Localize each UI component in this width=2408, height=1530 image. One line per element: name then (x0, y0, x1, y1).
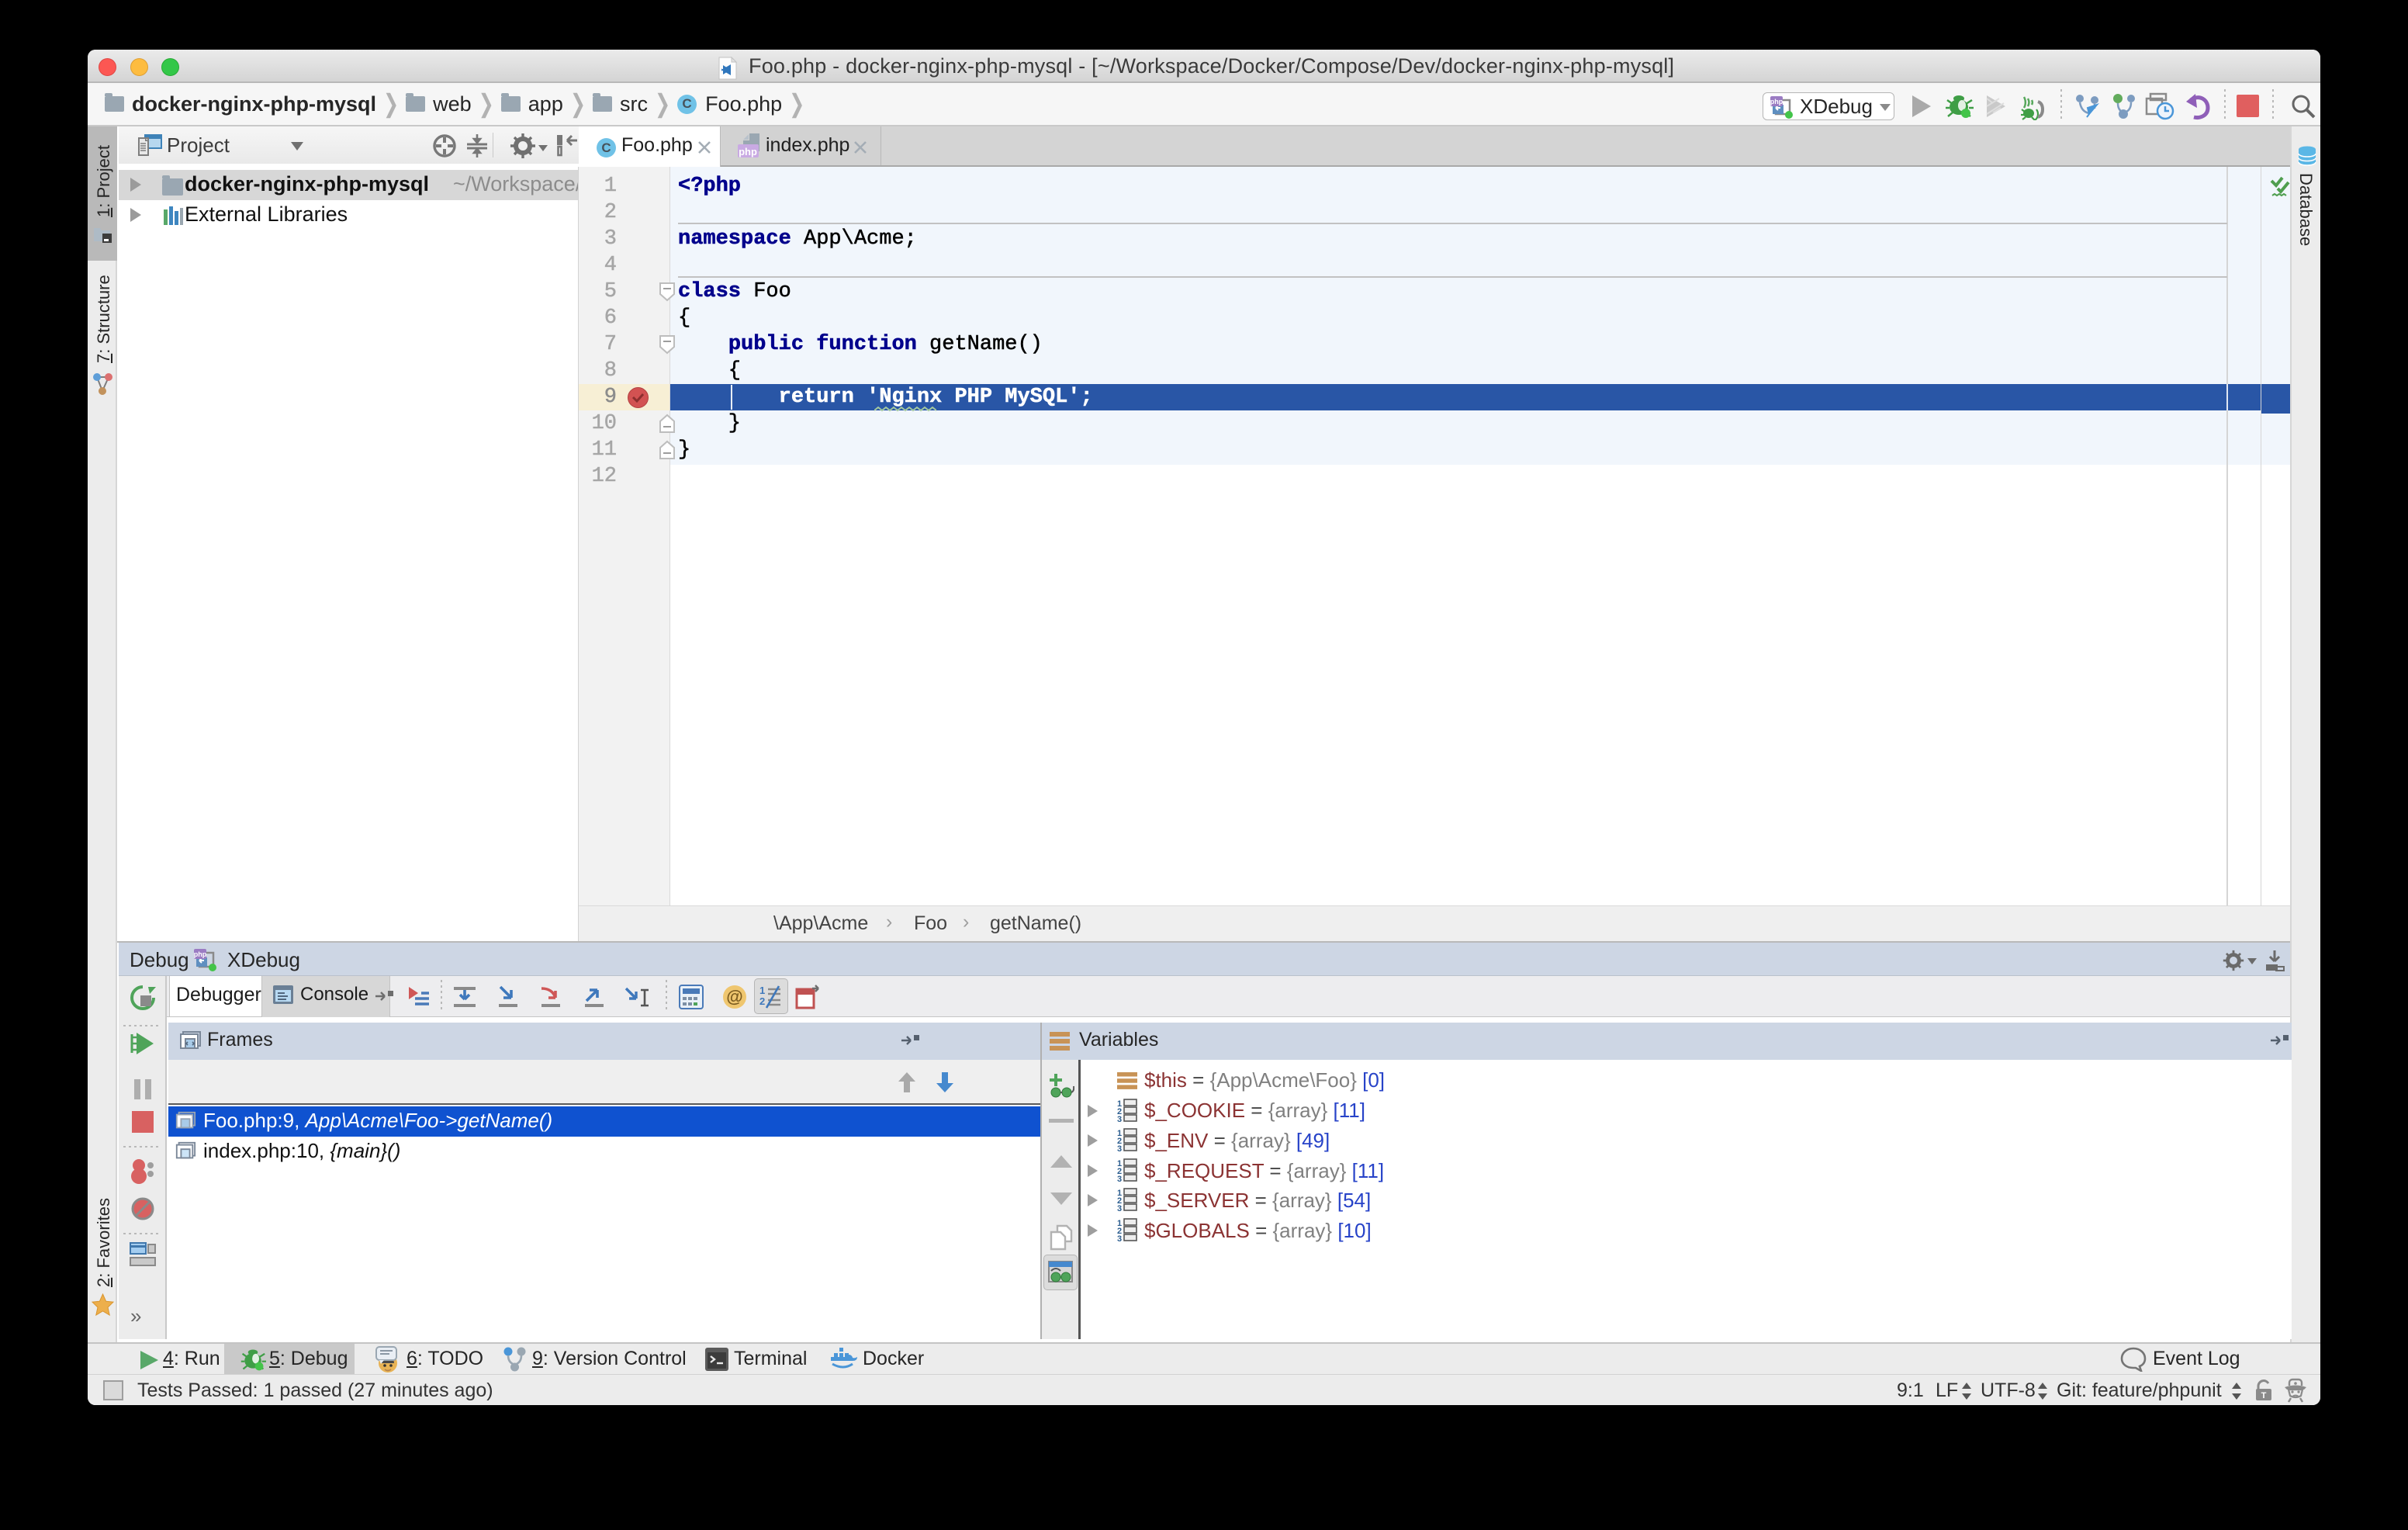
svg-text:3: 3 (1117, 1144, 1122, 1151)
svg-text:3: 3 (1117, 1234, 1122, 1241)
svg-text:php: php (1770, 98, 1784, 106)
svg-text:php: php (194, 950, 207, 958)
svg-text:3: 3 (1117, 1115, 1122, 1122)
svg-text:2: 2 (759, 995, 765, 1007)
svg-text:@: @ (726, 987, 742, 1006)
svg-text:T: T (2261, 1391, 2267, 1400)
svg-text:1: 1 (759, 985, 765, 996)
svg-text:3: 3 (1117, 1204, 1122, 1211)
svg-text:php: php (739, 146, 757, 158)
svg-text:3: 3 (1117, 1175, 1122, 1182)
